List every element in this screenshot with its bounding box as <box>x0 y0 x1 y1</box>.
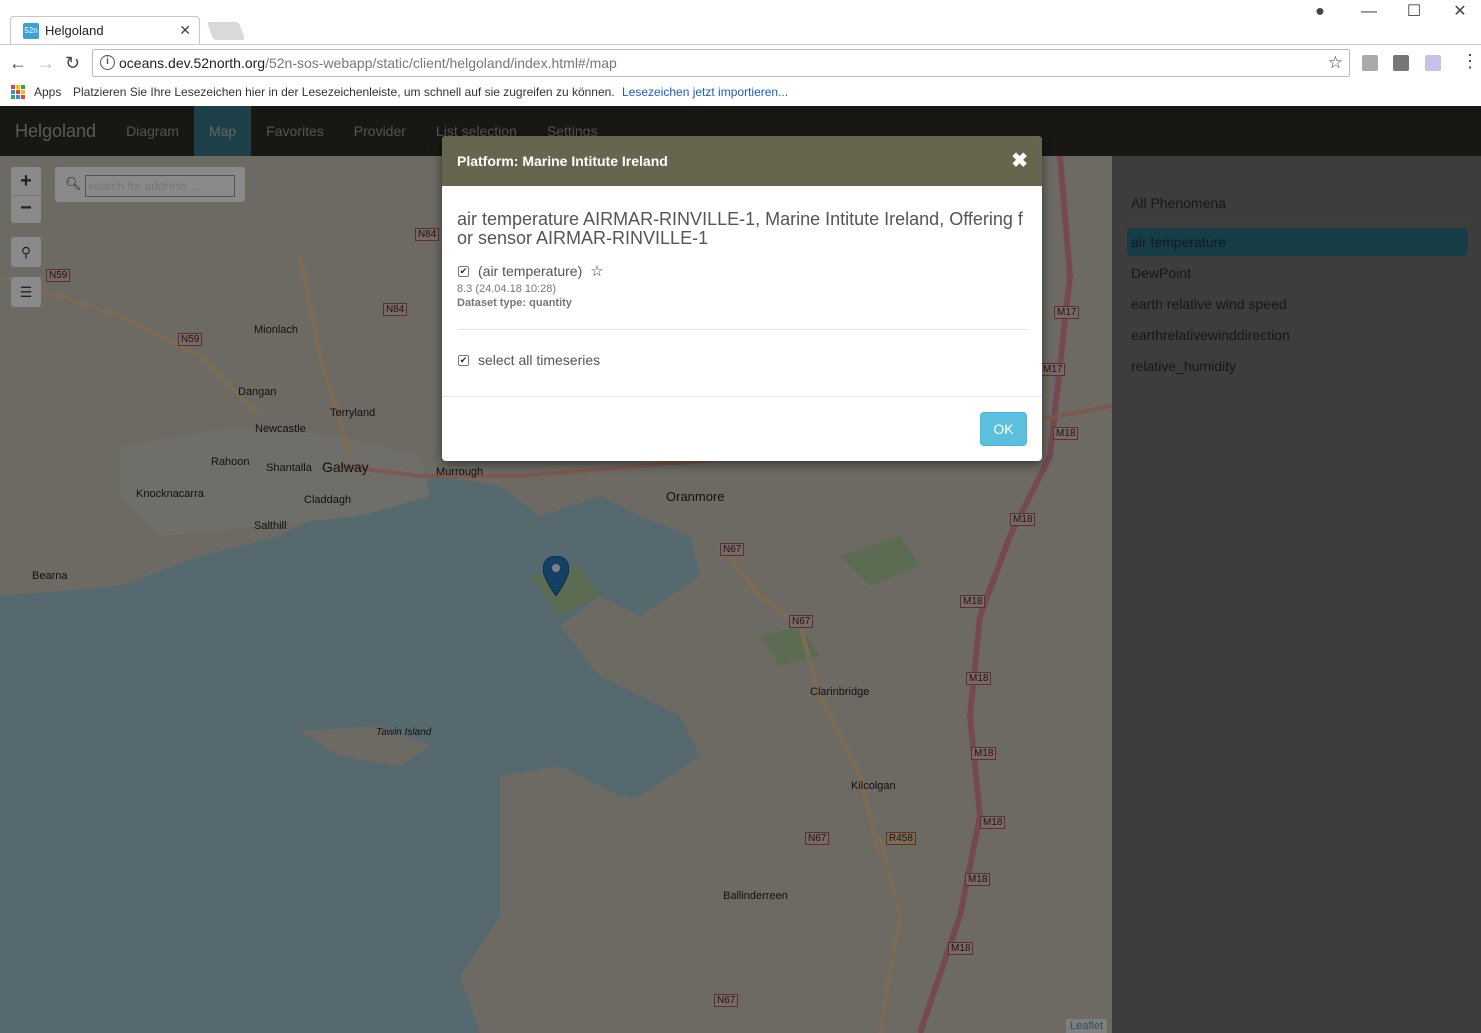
close-icon[interactable]: ✖ <box>1011 136 1028 186</box>
address-bar[interactable]: i oceans.dev.52north.org/52n-sos-webapp/… <box>92 49 1350 77</box>
divider <box>457 329 1027 330</box>
browser-toolbar: ← → ↻ i oceans.dev.52north.org/52n-sos-w… <box>0 44 1481 80</box>
address-search: 🔍︎ <box>55 167 245 202</box>
dataset-title: air temperature AIRMAR-RINVILLE-1, Marin… <box>457 209 1023 248</box>
back-icon[interactable]: ← <box>9 53 27 74</box>
url-path: /52n-sos-webapp/static/client/helgoland/… <box>265 55 617 71</box>
modal-title: Platform: Marine Intitute Ireland <box>457 153 668 169</box>
pdf-extension-icon[interactable] <box>1362 55 1378 71</box>
favorite-star-icon[interactable]: ☆ <box>590 262 603 280</box>
profile-icon[interactable]: ● <box>1297 2 1343 26</box>
last-value: 8.3 (24.04.18 10:28) <box>457 283 557 295</box>
helgoland-app: Helgoland Diagram Map Favorites Provider… <box>0 106 1481 1033</box>
bookmarks-hint-text: Platzieren Sie Ihre Lesezeichen hier in … <box>73 85 615 99</box>
dataset-label: (air temperature) <box>478 263 583 279</box>
apps-link[interactable]: Apps <box>34 85 61 99</box>
browser-tab[interactable]: 52n Helgoland ✕ <box>10 16 200 44</box>
tab-close-icon[interactable]: ✕ <box>179 22 191 39</box>
select-all-label: select all timeseries <box>478 352 601 368</box>
apps-grid-icon[interactable] <box>11 85 25 99</box>
bookmarks-bar: Apps Platzieren Sie Ihre Lesezeichen hie… <box>0 80 1481 106</box>
select-all-row: ✔ select all timeseries <box>457 352 1027 368</box>
list-icon: ☰ <box>19 284 33 300</box>
minimize-icon[interactable]: — <box>1346 2 1392 26</box>
tab-title: Helgoland <box>45 23 104 38</box>
address-search-input[interactable] <box>85 175 235 197</box>
leaflet-attribution-link[interactable]: Leaflet <box>1065 1019 1107 1033</box>
platform-modal: Platform: Marine Intitute Ireland ✖ air … <box>442 136 1042 461</box>
modal-footer: OK <box>442 396 1042 461</box>
locate-button[interactable]: ⚲ <box>11 237 41 267</box>
zoom-out-button[interactable]: − <box>11 195 41 223</box>
close-window-icon[interactable]: ✕ <box>1437 2 1481 26</box>
extension-icon[interactable] <box>1393 55 1409 71</box>
bookmarks-hint: Platzieren Sie Ihre Lesezeichen hier in … <box>73 85 788 99</box>
menu-kebab-icon[interactable]: ⋮ <box>1461 51 1479 72</box>
reload-icon[interactable]: ↻ <box>65 53 80 74</box>
search-icon: 🔍︎ <box>65 176 82 191</box>
bookmark-star-icon[interactable]: ☆ <box>1328 53 1343 73</box>
new-tab-button[interactable] <box>206 22 246 40</box>
browser-tabstrip: 52n Helgoland ✕ ● — ☐ ✕ <box>0 0 1481 44</box>
extension-p-icon[interactable] <box>1425 55 1441 71</box>
dataset-type: Dataset type: quantity <box>457 297 572 309</box>
ok-button[interactable]: OK <box>980 412 1027 446</box>
zoom-in-button[interactable]: + <box>11 167 41 195</box>
forward-icon[interactable]: → <box>37 53 55 74</box>
url-host: oceans.dev.52north.org <box>119 55 266 71</box>
modal-body: air temperature AIRMAR-RINVILLE-1, Marin… <box>442 186 1042 368</box>
dataset-row: ✔ (air temperature) ☆ <box>457 262 1027 280</box>
favicon-icon: 52n <box>23 22 39 39</box>
layers-button[interactable]: ☰ <box>11 277 41 307</box>
modal-header: Platform: Marine Intitute Ireland ✖ <box>442 136 1042 186</box>
location-pin-icon: ⚲ <box>20 244 32 260</box>
dataset-checkbox[interactable]: ✔ <box>458 265 469 277</box>
import-bookmarks-link[interactable]: Lesezeichen jetzt importieren... <box>622 85 788 99</box>
zoom-control: + − <box>11 167 41 223</box>
info-icon[interactable]: i <box>100 55 115 70</box>
select-all-checkbox[interactable]: ✔ <box>458 354 469 366</box>
maximize-icon[interactable]: ☐ <box>1391 2 1437 26</box>
